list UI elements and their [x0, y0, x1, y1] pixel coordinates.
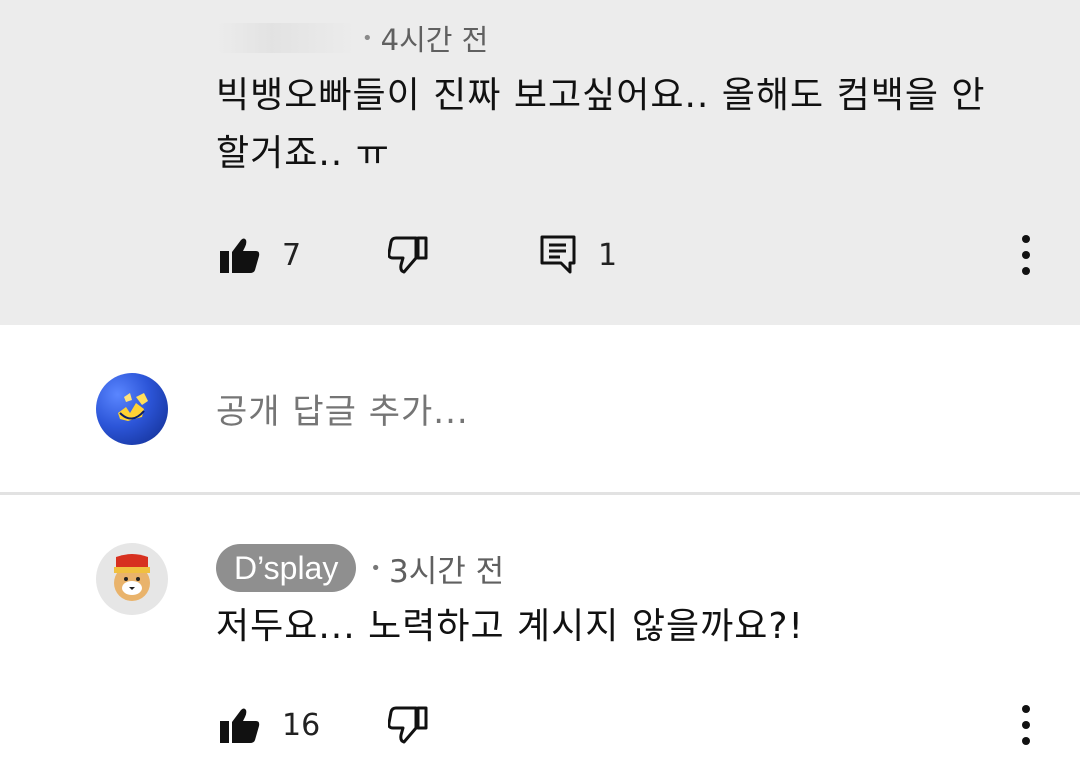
comment-text: 빅뱅오빠들이 진짜 보고싶어요.. 올해도 컴백을 안 할거죠.. ㅠ [216, 75, 986, 174]
user-avatar[interactable] [96, 373, 168, 445]
comment: D’splay • 3시간 전 저두요... 노력하고 계시지 않을까요?! 1… [0, 495, 1080, 763]
reply-input[interactable] [216, 387, 976, 437]
comment-meta: D’splay • 3시간 전 [216, 543, 504, 593]
comment-meta: • 4시간 전 [216, 18, 488, 58]
author-avatar[interactable] [96, 543, 168, 615]
like-icon [220, 706, 260, 744]
reply-row [0, 325, 1080, 493]
like-icon [220, 236, 260, 274]
dislike-button[interactable] [388, 703, 428, 747]
more-vert-icon[interactable] [1016, 233, 1036, 277]
comment-text: 저두요... 노력하고 계시지 않을까요?! [216, 606, 804, 647]
reply-icon [540, 235, 576, 275]
like-button[interactable]: 16 [220, 703, 320, 747]
like-count: 16 [282, 707, 321, 743]
comment-time[interactable]: 3시간 전 [389, 546, 504, 591]
dislike-icon [388, 236, 428, 274]
reply-count: 1 [598, 237, 618, 273]
like-button[interactable]: 7 [220, 233, 301, 277]
dislike-icon [388, 706, 428, 744]
author-chip[interactable]: D’splay [216, 544, 357, 592]
highlighted-comment: • 4시간 전 빅뱅오빠들이 진짜 보고싶어요.. 올해도 컴백을 안 할거죠.… [0, 0, 1080, 325]
reply-button[interactable]: 1 [540, 233, 617, 277]
more-vert-icon[interactable] [1016, 703, 1036, 747]
author-name-blurred[interactable] [216, 23, 356, 53]
like-count: 7 [282, 237, 302, 273]
comment-time[interactable]: 4시간 전 [381, 17, 489, 59]
dislike-button[interactable] [388, 233, 428, 277]
